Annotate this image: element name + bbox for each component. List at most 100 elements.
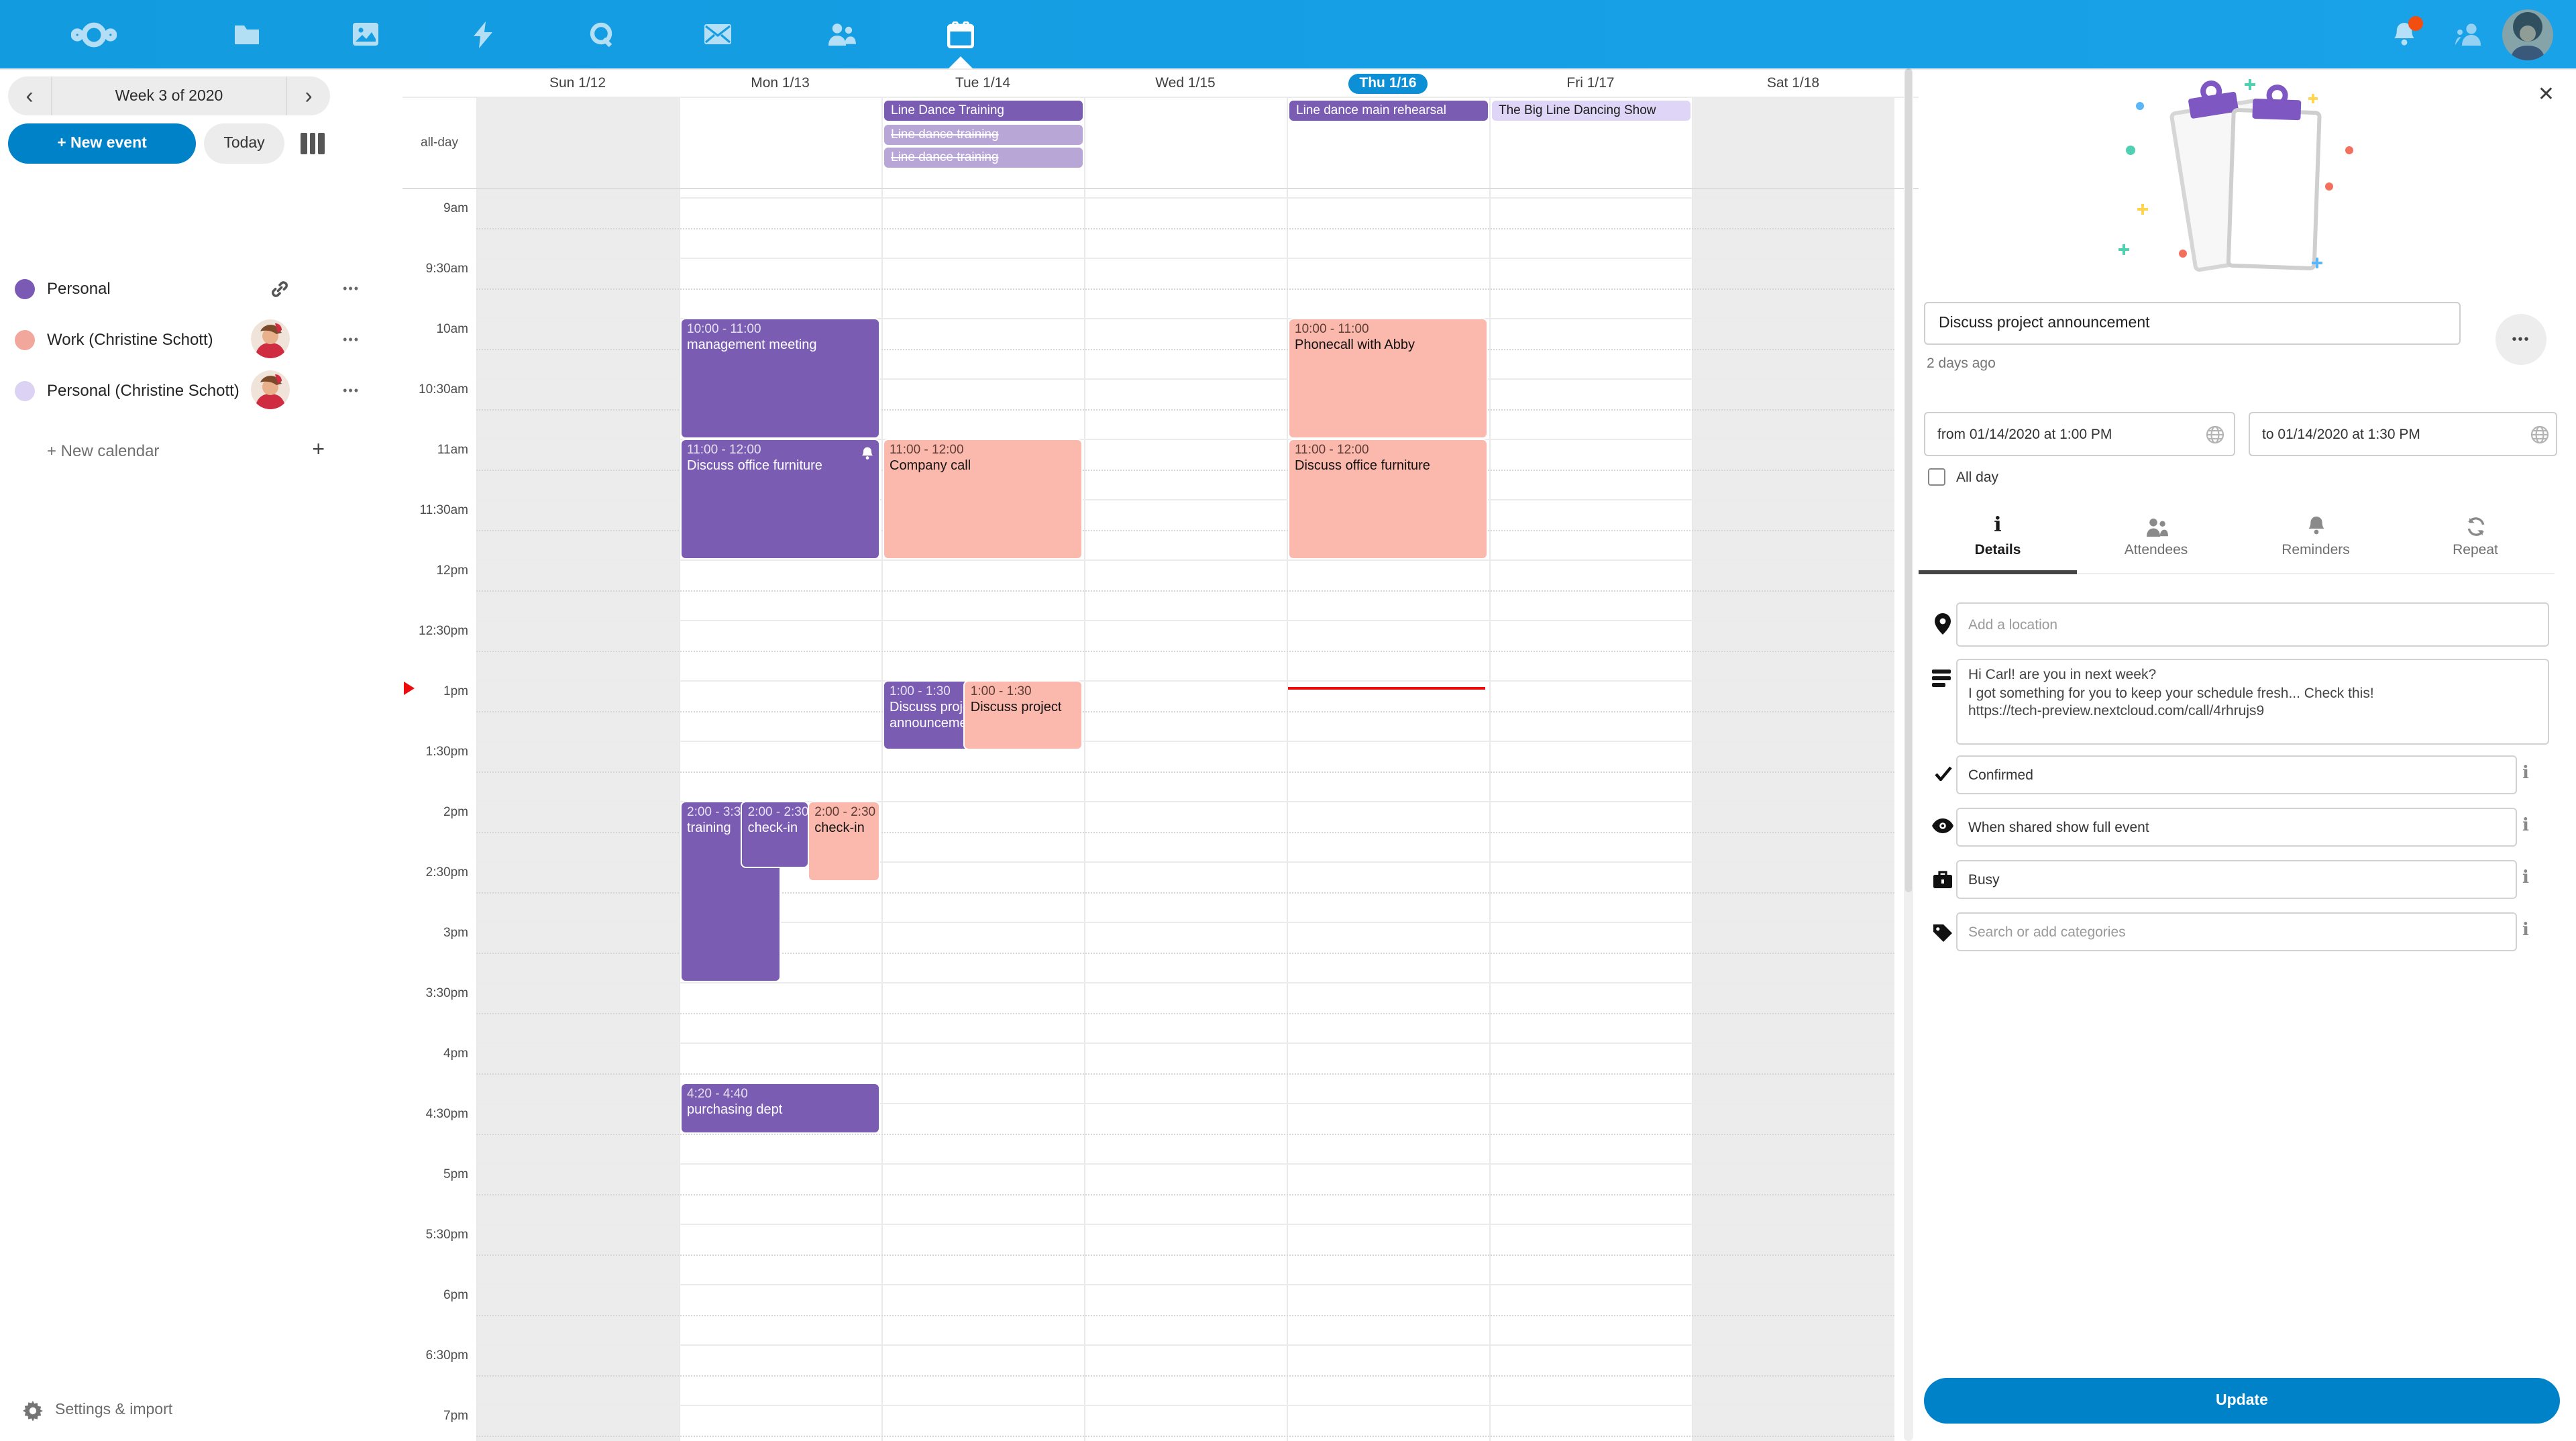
- categories-input[interactable]: [1956, 912, 2517, 951]
- user-avatar[interactable]: [2498, 0, 2557, 68]
- time-label: 11:30am: [402, 503, 468, 518]
- new-event-button[interactable]: + New event: [8, 123, 196, 164]
- calendar-event[interactable]: 11:00 - 12:00Discuss office furniture: [1288, 439, 1488, 559]
- event-title: Discuss project: [971, 700, 1076, 716]
- timezone-globe-icon[interactable]: [2530, 425, 2549, 451]
- all-day-checkbox[interactable]: [1928, 468, 1945, 486]
- calendar-event[interactable]: 11:00 - 12:00Company call: [883, 439, 1083, 559]
- day-header-thu[interactable]: Thu 1/16: [1287, 68, 1489, 98]
- all-day-event[interactable]: Line Dance Training: [884, 101, 1083, 121]
- tab-repeat[interactable]: Repeat: [2396, 509, 2555, 574]
- talk-icon[interactable]: [572, 0, 631, 68]
- notifications-bell-icon[interactable]: [2375, 0, 2434, 68]
- photos-icon[interactable]: [335, 0, 394, 68]
- calendar-list-item-personal[interactable]: Personal •••: [0, 263, 402, 314]
- all-day-event[interactable]: The Big Line Dancing Show: [1492, 101, 1690, 121]
- christine-avatar: [251, 319, 290, 358]
- all-day-cell[interactable]: [679, 98, 881, 188]
- files-icon[interactable]: [217, 0, 276, 68]
- calendar-list-item-personal-christine[interactable]: Personal (Christine Schott) •••: [0, 365, 402, 416]
- calendar-event[interactable]: 4:20 - 4:40purchasing dept: [680, 1082, 880, 1134]
- day-header-row: Sun 1/12Mon 1/13Tue 1/14Wed 1/15Thu 1/16…: [402, 68, 1919, 98]
- end-datetime-input[interactable]: [2249, 412, 2557, 456]
- all-day-cell[interactable]: The Big Line Dancing Show: [1489, 98, 1692, 188]
- visibility-info-icon[interactable]: i: [2522, 816, 2529, 836]
- all-day-cell[interactable]: [1084, 98, 1287, 188]
- reminder-bell-icon: [861, 444, 873, 468]
- status-info-icon[interactable]: i: [2522, 763, 2529, 784]
- event-title: Company call: [890, 459, 1076, 475]
- tab-reminders[interactable]: Reminders: [2237, 509, 2395, 574]
- calendar-list-item-work-christine[interactable]: Work (Christine Schott) •••: [0, 314, 402, 365]
- settings-import-button[interactable]: Settings & import: [0, 1390, 402, 1430]
- day-header-mon[interactable]: Mon 1/13: [679, 68, 881, 98]
- all-day-cell[interactable]: Line dance main rehearsal: [1287, 98, 1489, 188]
- tab-attendees[interactable]: Attendees: [2077, 509, 2235, 574]
- day-header-wed[interactable]: Wed 1/15: [1084, 68, 1287, 98]
- calendar-event[interactable]: 10:00 - 11:00management meeting: [680, 318, 880, 439]
- day-header-sat[interactable]: Sat 1/18: [1692, 68, 1894, 98]
- all-day-checkbox-label: All day: [1956, 469, 1998, 485]
- availability-select[interactable]: [1956, 860, 2517, 899]
- location-input[interactable]: [1956, 602, 2549, 647]
- visibility-eye-icon: [1932, 818, 1953, 833]
- timezone-globe-icon[interactable]: [2206, 425, 2224, 451]
- nextcloud-logo[interactable]: [64, 0, 123, 68]
- last-modified-label: 2 days ago: [1927, 356, 1996, 372]
- all-day-cell[interactable]: [476, 98, 679, 188]
- share-link-icon[interactable]: [270, 278, 290, 299]
- week-label[interactable]: Week 3 of 2020: [52, 88, 286, 104]
- nextcloud-calendar-app: ‹ Week 3 of 2020 › + New event Today Per…: [0, 0, 2576, 1441]
- description-textarea[interactable]: Hi Carl! are you in next week? I got som…: [1956, 659, 2549, 745]
- status-select[interactable]: [1956, 755, 2517, 794]
- calendar-event[interactable]: 10:00 - 11:00Phonecall with Abby: [1288, 318, 1488, 439]
- all-day-cell[interactable]: Line Dance Training Line dance training Li…: [881, 98, 1084, 188]
- calendar-event[interactable]: 2:00 - 2:30check-in: [741, 801, 810, 867]
- more-actions-icon[interactable]: •••: [343, 384, 360, 397]
- today-button[interactable]: Today: [204, 123, 284, 164]
- view-toggle-icon[interactable]: [301, 133, 324, 154]
- more-actions-icon[interactable]: •••: [343, 282, 360, 295]
- availability-info-icon[interactable]: i: [2522, 868, 2529, 888]
- event-title-input[interactable]: [1924, 302, 2461, 345]
- calendar-scrollbar[interactable]: [1904, 68, 1913, 1441]
- calendar-icon[interactable]: [931, 0, 990, 68]
- mail-icon[interactable]: [688, 0, 747, 68]
- update-button[interactable]: Update: [1924, 1378, 2560, 1424]
- all-day-event[interactable]: Line dance main rehearsal: [1289, 101, 1488, 121]
- all-day-cell[interactable]: [1692, 98, 1894, 188]
- day-header-tue[interactable]: Tue 1/14: [881, 68, 1084, 98]
- description-icon: [1932, 670, 1953, 686]
- calendar-event[interactable]: 1:00 - 1:30Discuss project: [964, 680, 1083, 750]
- day-events-layer: [1489, 189, 1692, 1441]
- start-datetime-input[interactable]: [1924, 412, 2235, 456]
- next-week-button[interactable]: ›: [287, 76, 330, 115]
- header-contacts-menu-icon[interactable]: [2439, 0, 2498, 68]
- all-day-toggle[interactable]: All day: [1928, 468, 1998, 486]
- contacts-icon[interactable]: [812, 0, 871, 68]
- tab-details[interactable]: i Details: [1919, 509, 2077, 574]
- event-title: check-in: [748, 821, 803, 837]
- calendar-event[interactable]: 2:00 - 2:30check-in: [808, 801, 880, 882]
- tab-label: Repeat: [2453, 542, 2498, 558]
- day-header-sun[interactable]: Sun 1/12: [476, 68, 679, 98]
- gear-icon: [23, 1400, 43, 1420]
- event-time: 1:00 - 1:30: [971, 684, 1076, 700]
- new-calendar-button[interactable]: + New calendar +: [0, 428, 402, 474]
- all-day-event[interactable]: Line dance training: [884, 148, 1083, 168]
- categories-info-icon[interactable]: i: [2522, 920, 2529, 941]
- time-grid: 9am9:30am10am10:30am11am11:30am12pm12:30…: [402, 189, 1919, 1441]
- day-header-fri[interactable]: Fri 1/17: [1489, 68, 1692, 98]
- calendar-event[interactable]: 11:00 - 12:00Discuss office furniture: [680, 439, 880, 559]
- all-day-event[interactable]: Line dance training: [884, 124, 1083, 144]
- previous-week-button[interactable]: ‹: [8, 76, 51, 115]
- close-icon[interactable]: ✕: [2538, 82, 2555, 106]
- top-bar: [0, 0, 2576, 68]
- visibility-select[interactable]: [1956, 808, 2517, 847]
- event-editor-panel: ✕ ••• 2 days ago: [1919, 68, 2576, 1441]
- event-more-actions-button[interactable]: •••: [2496, 314, 2546, 365]
- day-events-layer: [476, 189, 679, 1441]
- activity-icon[interactable]: [453, 0, 513, 68]
- more-actions-icon[interactable]: •••: [343, 333, 360, 346]
- settings-import-label: Settings & import: [55, 1402, 172, 1418]
